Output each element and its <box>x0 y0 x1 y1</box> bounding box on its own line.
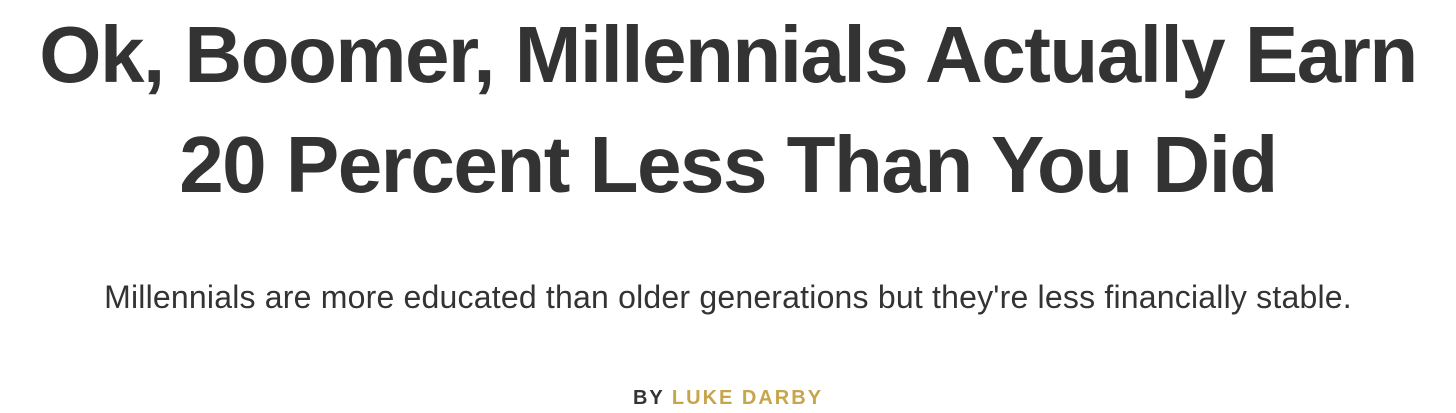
headline-line-1: Ok, Boomer, Millennials Actually Earn <box>39 10 1418 99</box>
article-dek: Millennials are more educated than older… <box>104 279 1352 315</box>
byline: BY LUKE DARBY <box>0 384 1456 412</box>
headline-line-2: 20 Percent Less Than You Did <box>179 120 1278 209</box>
byline-prefix: BY <box>632 387 665 409</box>
article-header: Ok, Boomer, Millennials Actually Earn 20… <box>0 0 1456 413</box>
author-link[interactable]: LUKE DARBY <box>672 387 823 409</box>
headline: Ok, Boomer, Millennials Actually Earn 20… <box>0 0 1456 220</box>
